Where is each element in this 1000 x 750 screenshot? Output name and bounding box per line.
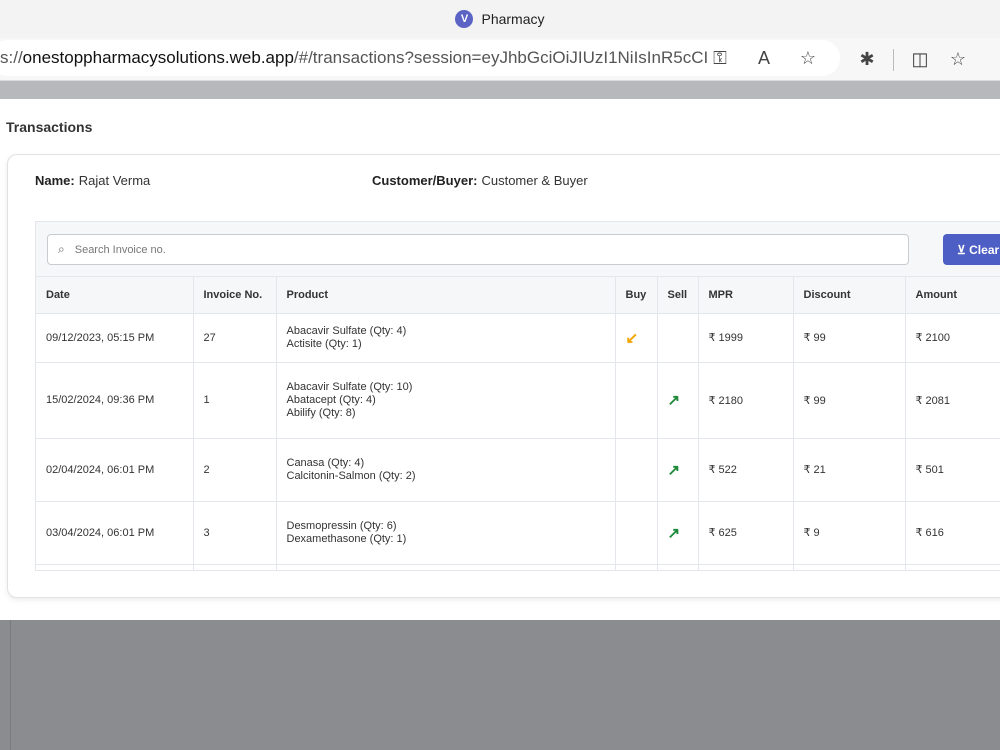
cell-mpr: ₹ 522 — [698, 438, 794, 502]
cell-invoice: 27 — [193, 313, 277, 363]
browser-logo-icon: V — [455, 10, 474, 28]
col-discount[interactable]: Discount — [793, 277, 906, 314]
product-line: Abacavir Sulfate (Qty: 4) — [286, 324, 407, 337]
table-row[interactable]: 03/04/2024, 06:01 PM 3 Desmopressin (Qty… — [36, 501, 1000, 565]
cell-sell — [657, 313, 699, 363]
col-mpr[interactable]: MPR — [698, 277, 794, 314]
read-aloud-icon[interactable]: A — [752, 48, 776, 69]
search-box: ⌕ — [47, 234, 909, 265]
background-overlay — [10, 620, 1000, 750]
address-bar: s://onestoppharmacysolutions.web.app/#/t… — [0, 38, 1000, 81]
cell-buy — [615, 362, 658, 439]
sell-arrow-icon: ↗ — [667, 524, 681, 542]
cell-invoice: 2 — [193, 438, 277, 502]
buy-arrow-icon: ↙ — [625, 329, 639, 347]
col-date[interactable]: Date — [36, 277, 194, 314]
name-value: Rajat Verma — [78, 173, 151, 188]
product-line: Actisite (Qty: 1) — [286, 337, 362, 350]
url-field[interactable]: s://onestoppharmacysolutions.web.app/#/t… — [0, 40, 840, 76]
cell-discount: ₹ 99 — [793, 362, 906, 439]
url-path: /#/transactions?session=eyJhbGciOiJIUzI1… — [293, 48, 755, 67]
product-line: Abatacept (Qty: 4) — [286, 393, 376, 406]
col-amount[interactable]: Amount — [905, 277, 1000, 314]
modal-title: Transactions — [6, 119, 93, 135]
sell-arrow-icon: ↗ — [667, 461, 681, 479]
transactions-table: Date Invoice No. Product Buy Sell MPR Di… — [36, 277, 1000, 570]
cell-mpr: ₹ 625 — [698, 501, 794, 565]
toolbar-divider — [893, 48, 894, 71]
customer-value: Customer & Buyer — [481, 173, 588, 188]
cell-date: 09/12/2023, 05:15 PM — [36, 313, 194, 363]
sell-arrow-icon: ↗ — [667, 392, 681, 409]
customer-name: Name: Rajat Verma — [35, 173, 150, 188]
cell-product: Canasa (Qty: 4) Calcitonin-Salmon (Qty: … — [276, 438, 616, 502]
cell-invoice: 1 — [193, 362, 277, 439]
cell-amount: ₹ 616 — [905, 501, 1000, 565]
cell-amount: ₹ 2100 — [905, 313, 1000, 363]
customer-type: Customer/Buyer: Customer & Buyer — [372, 173, 588, 188]
cell-discount: ₹ 9 — [793, 501, 906, 565]
cell-sell: ↗ — [657, 362, 699, 439]
overlay-strip — [0, 81, 1000, 99]
cell-invoice: 3 — [193, 501, 277, 565]
table-row[interactable]: 09/12/2023, 05:15 PM 27 Abacavir Sulfate… — [36, 313, 1000, 363]
col-invoice[interactable]: Invoice No. — [193, 277, 277, 314]
cell-product: Abacavir Sulfate (Qty: 4) Actisite (Qty:… — [276, 313, 616, 363]
transactions-card: Name: Rajat Verma Customer/Buyer: Customer… — [7, 154, 1000, 598]
table-row[interactable]: 02/04/2024, 06:01 PM 2 Canasa (Qty: 4) C… — [36, 438, 1000, 502]
cell-amount: ₹ 501 — [905, 438, 1000, 502]
search-icon: ⌕ — [58, 242, 65, 256]
product-line: Canasa (Qty: 4) — [286, 456, 365, 469]
product-line: Abilify (Qty: 8) — [286, 406, 356, 419]
window-title: Pharmacy — [481, 11, 545, 27]
url-domain: onestoppharmacysolutions.web.app — [22, 48, 294, 67]
col-sell[interactable]: Sell — [657, 277, 699, 314]
table-header-row: Date Invoice No. Product Buy Sell MPR Di… — [36, 277, 1000, 314]
cell-date: 03/04/2024, 06:01 PM — [36, 501, 194, 565]
cell-sell: ↗ — [657, 501, 699, 565]
cell-discount: ₹ 99 — [793, 313, 906, 363]
cell-amount: ₹ 2081 — [905, 362, 1000, 439]
product-line: Abacavir Sulfate (Qty: 10) — [286, 380, 413, 393]
cell-buy — [615, 501, 658, 565]
customer-label: Customer/Buyer: — [372, 173, 478, 188]
table-row[interactable]: 15/02/2024, 09:36 PM 1 Abacavir Sulfate … — [36, 362, 1000, 439]
cell-buy — [615, 438, 658, 502]
product-line: Desmopressin (Qty: 6) — [286, 519, 397, 532]
url-prefix: s:// — [0, 48, 23, 67]
extension-icon[interactable]: ✱ — [855, 49, 879, 70]
filter-row: ⌕ ⊻ Clear — [36, 222, 1000, 277]
window-titlebar: V Pharmacy — [0, 0, 1000, 38]
favorite-star-icon[interactable]: ☆ — [796, 48, 820, 69]
cell-buy: ↙ — [615, 313, 658, 363]
cell-mpr: ₹ 1999 — [698, 313, 794, 363]
product-line: Calcitonin-Salmon (Qty: 2) — [286, 469, 416, 482]
transactions-modal: Transactions Name: Rajat Verma Customer/B… — [0, 99, 1000, 620]
col-buy[interactable]: Buy — [615, 277, 658, 314]
cell-product: Abacavir Sulfate (Qty: 10) Abatacept (Qt… — [276, 362, 616, 439]
product-line: Dexamethasone (Qty: 1) — [286, 532, 407, 545]
split-screen-icon[interactable]: ◫ — [908, 49, 932, 70]
transactions-panel: ⌕ ⊻ Clear Date Invoice No. Product Buy S… — [35, 221, 1000, 571]
filter-icon: ⊻ — [957, 242, 966, 257]
browser-toolbar: ✱ ◫ ☆ — [855, 38, 970, 81]
cell-product: Desmopressin (Qty: 6) Dexamethasone (Qty… — [276, 501, 616, 565]
table-row-partial[interactable] — [36, 564, 1000, 570]
cell-date: 02/04/2024, 06:01 PM — [36, 438, 194, 502]
cell-mpr: ₹ 2180 — [698, 362, 794, 439]
cell-sell: ↗ — [657, 438, 699, 502]
clear-label: Clear — [969, 242, 1000, 257]
search-input[interactable] — [72, 242, 873, 257]
key-icon[interactable]: ⚿ — [708, 48, 732, 69]
col-product[interactable]: Product — [276, 277, 616, 314]
clear-filter-button[interactable]: ⊻ Clear — [943, 234, 1000, 265]
cell-discount: ₹ 21 — [793, 438, 906, 502]
name-label: Name: — [35, 173, 75, 188]
cell-date: 15/02/2024, 09:36 PM — [36, 362, 194, 439]
favorites-icon[interactable]: ☆ — [946, 49, 970, 70]
